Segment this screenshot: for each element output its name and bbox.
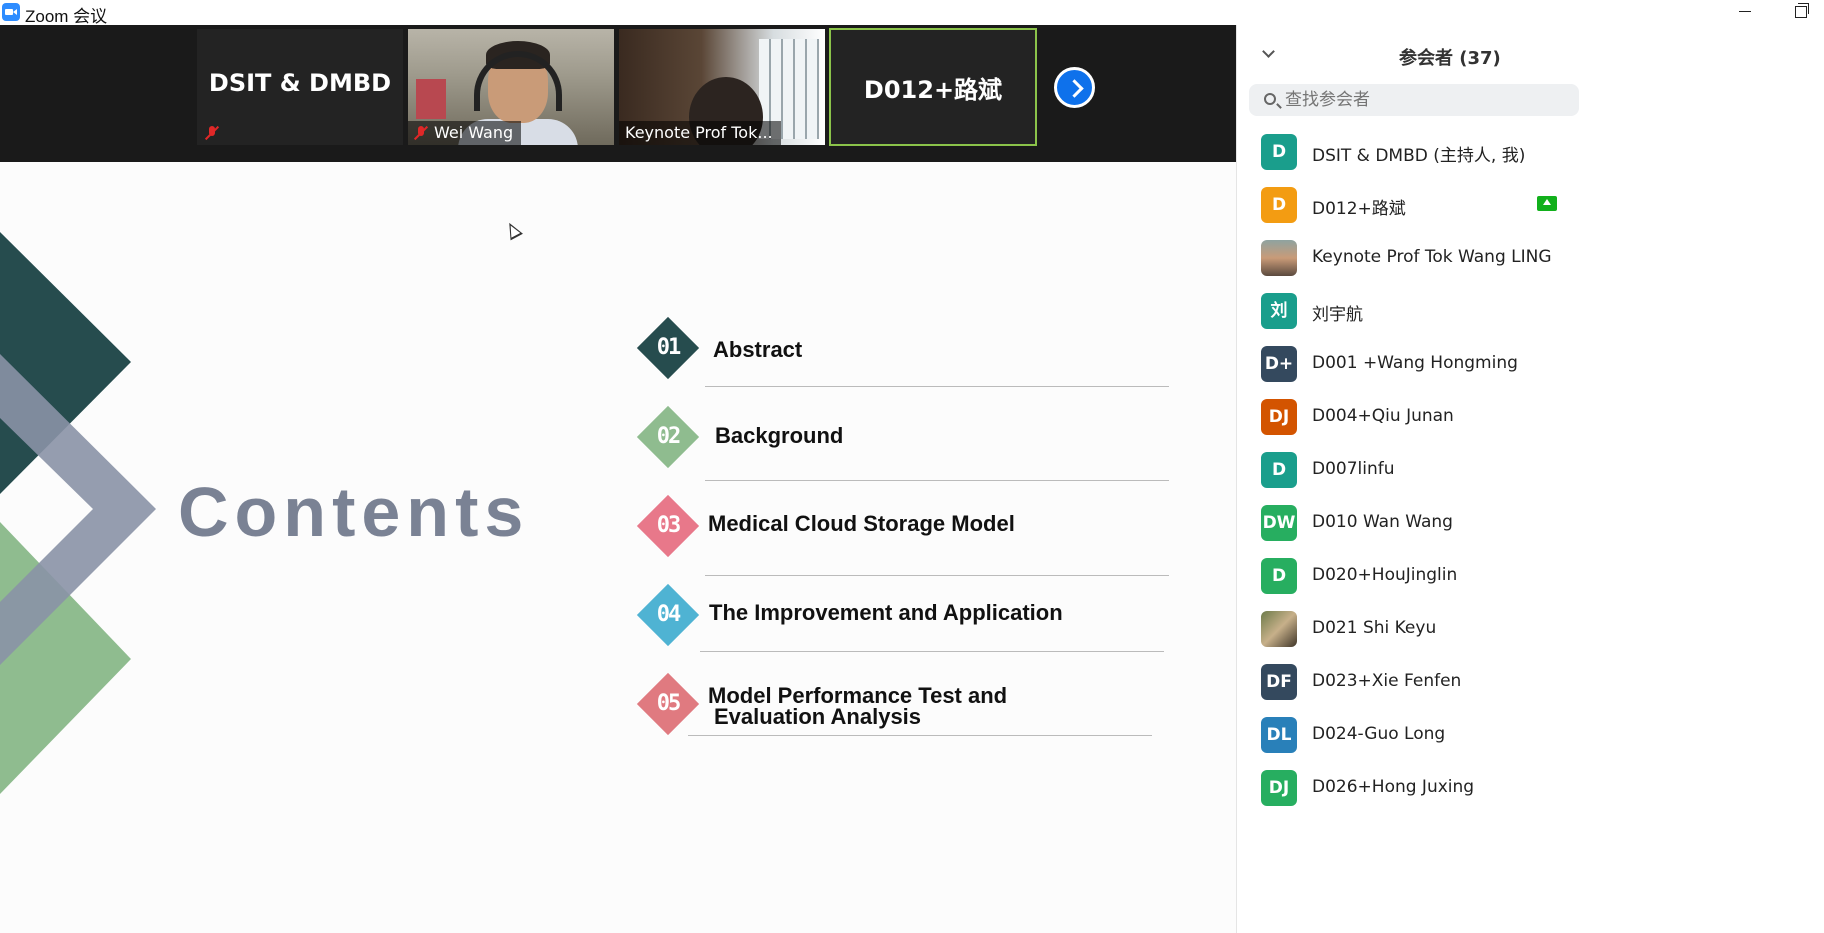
participant-name: DSIT & DMBD (主持人, 我) (1312, 146, 1526, 166)
shared-slide: Contents 01 Abstract 02 Background 03 Me… (0, 162, 1236, 933)
toc-number-4: 04 (656, 602, 682, 627)
toc-label-3: Medical Cloud Storage Model (708, 511, 1015, 536)
participant-name: Keynote Prof Tok Wang LING (1312, 247, 1552, 267)
participant-row[interactable]: D021 Shi Keyu (1237, 603, 1824, 656)
participant-row[interactable]: D D007linfu (1237, 444, 1824, 497)
participant-name: D026+Hong Juxing (1312, 777, 1475, 797)
participant-name: D012+路斌 (1312, 199, 1406, 219)
avatar: DJ (1261, 399, 1297, 435)
avatar (1261, 611, 1297, 647)
participant-row[interactable]: DL D024-Guo Long (1237, 709, 1824, 762)
participant-row[interactable]: D DSIT & DMBD (主持人, 我) (1237, 126, 1824, 179)
tile-display-name: D012+路斌 (863, 76, 1003, 104)
participant-row[interactable]: Keynote Prof Tok Wang LING (1237, 232, 1824, 285)
participant-name: D024-Guo Long (1312, 724, 1446, 744)
participants-title: 参会者 (37) (1399, 48, 1501, 69)
tile-name-label: Keynote Prof Tok... (619, 121, 781, 145)
avatar: D (1261, 452, 1297, 488)
toc-divider (705, 386, 1169, 387)
mic-muted-icon (205, 125, 219, 141)
avatar: DF (1261, 664, 1297, 700)
tile-name-label: Wei Wang (408, 121, 522, 145)
search-input[interactable] (1285, 87, 1565, 113)
avatar: DL (1261, 717, 1297, 753)
video-tile-wei-wang[interactable]: Wei Wang (408, 29, 614, 145)
chevron-right-icon[interactable] (1054, 67, 1095, 108)
toc-divider (700, 651, 1164, 652)
participant-row[interactable]: D D020+HouJinglin (1237, 550, 1824, 603)
avatar: D (1261, 134, 1297, 170)
video-tile-dsit[interactable]: DSIT & DMBD (197, 29, 403, 145)
avatar: DW (1261, 505, 1297, 541)
participant-row[interactable]: D+ D001 +Wang Hongming (1237, 338, 1824, 391)
avatar: 刘 (1261, 293, 1297, 329)
participant-row[interactable]: DJ D004+Qiu Junan (1237, 391, 1824, 444)
avatar: D+ (1261, 346, 1297, 382)
tile-name-text: Keynote Prof Tok... (625, 123, 773, 142)
screen-share-icon (1537, 196, 1557, 211)
window-titlebar: Zoom 会议 (0, 0, 1824, 26)
participant-row[interactable]: D D012+路斌 (1237, 179, 1824, 232)
window-title: Zoom 会议 (25, 7, 108, 26)
tile-display-name: DSIT & DMBD (208, 69, 392, 97)
avatar: D (1261, 558, 1297, 594)
video-tile-d012[interactable]: D012+路斌 (829, 28, 1037, 146)
toc-label-4: The Improvement and Application (709, 600, 1063, 625)
mouse-cursor-icon (503, 219, 523, 241)
participant-name: D001 +Wang Hongming (1312, 353, 1518, 373)
avatar (1261, 240, 1297, 276)
toc-label-5b: Evaluation Analysis (714, 704, 922, 729)
video-tile-keynote[interactable]: Keynote Prof Tok... (619, 29, 825, 145)
toc-number-1: 01 (656, 335, 682, 360)
participant-name: D007linfu (1312, 459, 1395, 479)
zoom-app-icon (2, 3, 20, 21)
participant-row[interactable]: DW D010 Wan Wang (1237, 497, 1824, 550)
participant-name: D020+HouJinglin (1312, 565, 1458, 585)
toc-label-1: Abstract (713, 337, 803, 362)
avatar: DJ (1261, 770, 1297, 806)
minimize-button[interactable] (1722, 0, 1768, 25)
search-icon (1264, 93, 1276, 105)
toc-number-3: 03 (656, 513, 682, 538)
avatar: D (1261, 187, 1297, 223)
participant-name: D010 Wan Wang (1312, 512, 1453, 532)
participant-row[interactable]: 刘 刘宇航 (1237, 285, 1824, 338)
participant-row[interactable]: DJ D026+Hong Juxing (1237, 762, 1824, 815)
toc-divider (705, 480, 1169, 481)
participant-name: D023+Xie Fenfen (1312, 671, 1462, 691)
participant-row[interactable]: DF D023+Xie Fenfen (1237, 656, 1824, 709)
participant-name: D021 Shi Keyu (1312, 618, 1437, 638)
toc-number-5: 05 (656, 691, 682, 716)
participant-name: D004+Qiu Junan (1312, 406, 1454, 426)
background-shelf (416, 79, 446, 119)
toc-number-2: 02 (656, 424, 682, 449)
participant-search (1249, 84, 1579, 116)
participants-panel: 参会者 (37) D DSIT & DMBD (主持人, 我) D D012+路… (1236, 25, 1824, 933)
toc-label-2: Background (715, 423, 844, 448)
mic-muted-icon (414, 125, 428, 141)
participant-name: 刘宇航 (1312, 305, 1363, 325)
tile-name-text: Wei Wang (434, 123, 514, 142)
chevron-down-icon[interactable] (1262, 45, 1275, 58)
toc-divider (705, 575, 1169, 576)
slide-title: Contents (178, 473, 530, 551)
restore-button[interactable] (1778, 0, 1824, 25)
video-strip: DSIT & DMBD Wei Wang Keynote Prof Tok...… (0, 25, 1236, 162)
toc-divider (688, 735, 1152, 736)
